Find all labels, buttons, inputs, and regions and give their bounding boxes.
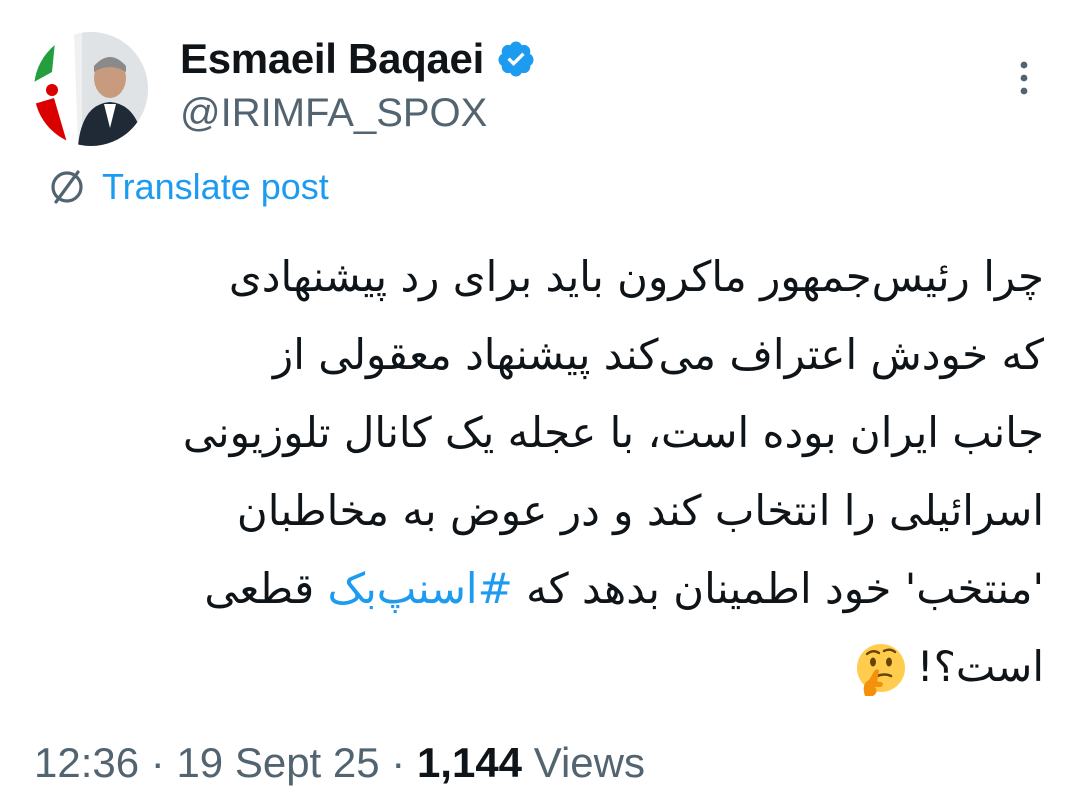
translate-post-button[interactable]: Translate post <box>44 164 329 210</box>
meta-separator: · <box>379 739 417 786</box>
avatar[interactable] <box>34 32 148 146</box>
post-text-segment: قطعی <box>204 564 315 613</box>
thinking-face-emoji-icon <box>851 640 911 700</box>
post-text: چرا رئیس‌جمهور ماکرون باید برای رد پیشنه… <box>44 238 1044 706</box>
avatar-image <box>34 32 148 146</box>
views-label: Views <box>522 739 645 786</box>
verified-badge-icon <box>496 39 536 79</box>
author-display-name[interactable]: Esmaeil Baqaei <box>180 38 484 80</box>
post-text-line: که خودش اعتراف می‌کند پیشنهاد معقولی از <box>272 330 1044 379</box>
meta-separator: · <box>139 739 177 786</box>
post-meta: 12:36 · 19 Sept 25 · 1,144 Views <box>34 742 645 784</box>
post-text-line: اسرائیلی را انتخاب کند و در عوض به مخاطب… <box>236 486 1044 535</box>
more-options-icon[interactable] <box>1010 56 1038 100</box>
post-text-line: چرا رئیس‌جمهور ماکرون باید برای رد پیشنه… <box>228 252 1044 301</box>
translate-post-label: Translate post <box>102 166 329 207</box>
author-name-row: Esmaeil Baqaei <box>180 38 536 80</box>
post-text-line-with-emoji: است؟! <box>44 628 1044 706</box>
post-text-segment: است؟! <box>916 642 1044 691</box>
post-text-line: جانب ایران بوده است، با عجله یک کانال تل… <box>182 408 1044 457</box>
views-count: 1,144 <box>416 739 523 786</box>
post-date[interactable]: 19 Sept 25 <box>176 739 379 786</box>
post-time[interactable]: 12:36 <box>34 739 139 786</box>
hashtag-link[interactable]: #اسنپ‌بک <box>328 564 513 613</box>
translate-globe-icon <box>44 164 90 210</box>
post-text-segment: 'منتخب' خود اطمینان بدهد که <box>512 564 1044 613</box>
post-card: Esmaeil Baqaei @IRIMFA_SPOX Translate po… <box>0 0 1080 811</box>
author-handle[interactable]: @IRIMFA_SPOX <box>180 93 487 133</box>
post-text-line-with-hashtag: 'منتخب' خود اطمینان بدهد که #اسنپ‌بک قطع… <box>44 550 1044 628</box>
